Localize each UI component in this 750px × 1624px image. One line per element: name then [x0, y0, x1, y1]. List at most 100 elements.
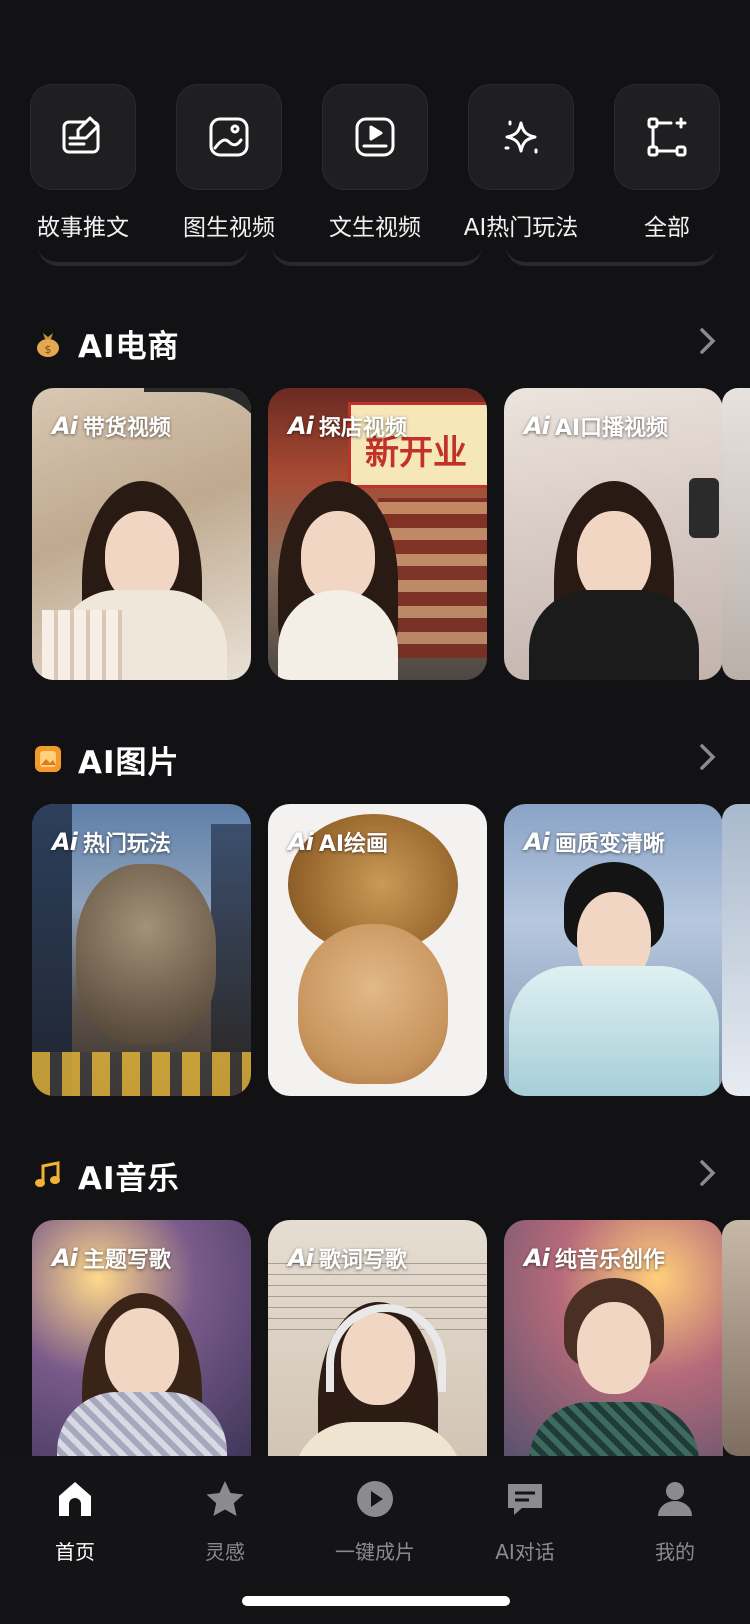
ai-logo-icon: Ai: [52, 412, 78, 440]
card-tag: Ai 热门玩法: [52, 826, 171, 858]
tab-label: 我的: [655, 1540, 695, 1564]
tool-text-to-video[interactable]: 文生视频: [305, 84, 445, 242]
music-note-icon: [35, 1161, 60, 1187]
card-enhance-quality[interactable]: Ai 画质变清晰: [504, 804, 723, 1096]
money-bag-icon: $: [37, 333, 59, 357]
tab-profile[interactable]: 我的: [600, 1476, 750, 1565]
person-face: [576, 510, 651, 603]
person-face: [104, 510, 179, 603]
lion-body: [298, 924, 448, 1084]
tab-label: 灵感: [205, 1540, 245, 1564]
section-header-ai-commerce[interactable]: $ AI电商: [32, 318, 718, 368]
tool-label: 故事推文: [37, 215, 129, 241]
text-to-video-icon: [322, 84, 428, 190]
tool-label: 全部: [644, 215, 690, 241]
person-face: [576, 1301, 651, 1394]
ai-logo-icon: Ai: [52, 828, 78, 856]
home-indicator: [242, 1596, 510, 1606]
card-row-ai-commerce: Ai 带货视频 新开业 Ai 探店视频 Ai AI口播视频: [32, 388, 750, 680]
product-bottles: [42, 610, 122, 680]
card-pure-music[interactable]: Ai 纯音乐创作: [504, 1220, 723, 1456]
card-label: 纯音乐创作: [554, 1248, 665, 1273]
tool-label: 图生视频: [183, 215, 275, 241]
tool-ai-hot[interactable]: AI热门玩法: [451, 84, 591, 242]
tab-home[interactable]: 首页: [0, 1476, 150, 1565]
section-header-ai-music[interactable]: AI音乐: [32, 1150, 718, 1200]
card-store-visit-video[interactable]: 新开业 Ai 探店视频: [268, 388, 487, 680]
quick-tools-row: 故事推文 图生视频 文生视频 AI热门玩法 全部: [0, 84, 750, 244]
tool-image-to-video[interactable]: 图生视频: [159, 84, 299, 242]
card-label: AI绘画: [318, 832, 389, 857]
card-tag: Ai 画质变清晰: [524, 826, 665, 858]
card-lyrics-song[interactable]: Ai 歌词写歌: [268, 1220, 487, 1456]
play-icon: [300, 1476, 450, 1522]
card-label: 探店视频: [318, 416, 407, 441]
card-tag: Ai 纯音乐创作: [524, 1242, 665, 1274]
card-row-ai-image: Ai 热门玩法 Ai AI绘画 Ai 画质变清晰: [32, 804, 750, 1096]
tab-inspiration[interactable]: 灵感: [150, 1476, 300, 1565]
tab-ai-chat[interactable]: AI对话: [450, 1476, 600, 1565]
card-hot-play[interactable]: Ai 热门玩法: [32, 804, 251, 1096]
tool-all[interactable]: 全部: [597, 84, 737, 242]
ai-logo-icon: Ai: [524, 412, 550, 440]
card-theme-song[interactable]: Ai 主题写歌: [32, 1220, 251, 1456]
card-tag: Ai 带货视频: [52, 410, 171, 442]
tool-label: AI热门玩法: [463, 215, 579, 241]
tab-label: 首页: [55, 1540, 95, 1564]
card-label: 画质变清晰: [554, 832, 665, 857]
card-label: AI口播视频: [554, 416, 669, 441]
person-body: [508, 966, 719, 1096]
story-card-icon: [30, 84, 136, 190]
chevron-right-icon[interactable]: [696, 326, 718, 356]
card-tag: Ai 主题写歌: [52, 1242, 171, 1274]
tab-label: 一键成片: [335, 1540, 415, 1564]
scroll-hint: [272, 246, 482, 266]
phone-stand: [689, 478, 719, 538]
star-icon: [150, 1476, 300, 1522]
section-header-ai-image[interactable]: AI图片: [32, 734, 718, 784]
tab-label: AI对话: [495, 1540, 555, 1564]
svg-text:$: $: [45, 343, 52, 356]
person-body: [56, 1392, 227, 1456]
card-ai-talk-video[interactable]: Ai AI口播视频: [504, 388, 723, 680]
card-ai-painting[interactable]: Ai AI绘画: [268, 804, 487, 1096]
card-label: 歌词写歌: [318, 1248, 407, 1273]
chevron-right-icon[interactable]: [696, 742, 718, 772]
person-face: [104, 1307, 179, 1400]
section-title: AI电商: [78, 328, 180, 365]
chat-icon: [450, 1476, 600, 1522]
ai-logo-icon: Ai: [524, 1244, 550, 1272]
street-traffic: [32, 1052, 251, 1096]
person-body: [528, 590, 699, 680]
section-title: AI图片: [78, 744, 180, 781]
next-card-peek: [722, 388, 750, 680]
tool-label: 文生视频: [329, 215, 421, 241]
card-tag: Ai 歌词写歌: [288, 1242, 407, 1274]
card-row-ai-music: Ai 主题写歌 Ai 歌词写歌 Ai 纯音乐创作: [32, 1220, 750, 1456]
ai-logo-icon: Ai: [288, 1244, 314, 1272]
picture-icon: [35, 746, 61, 772]
all-nodes-icon: [614, 84, 720, 190]
ai-logo-icon: Ai: [52, 1244, 78, 1272]
tool-story-push[interactable]: 故事推文: [13, 84, 153, 242]
ai-logo-icon: Ai: [524, 828, 550, 856]
card-label: 主题写歌: [82, 1248, 171, 1273]
card-label: 带货视频: [82, 416, 171, 441]
card-tag: Ai 探店视频: [288, 410, 407, 442]
giant-cat: [76, 864, 216, 1044]
tab-one-click-video[interactable]: 一键成片: [300, 1476, 450, 1565]
card-tag: Ai AI口播视频: [524, 410, 668, 442]
scroll-hint: [506, 246, 716, 266]
image-to-video-icon: [176, 84, 282, 190]
profile-icon: [600, 1476, 750, 1522]
section-title: AI音乐: [78, 1160, 180, 1197]
chevron-right-icon[interactable]: [696, 1158, 718, 1188]
person-body: [528, 1402, 699, 1456]
home-icon: [0, 1476, 150, 1522]
scroll-hint: [38, 246, 248, 266]
card-tag: Ai AI绘画: [288, 826, 388, 858]
person-face: [301, 510, 376, 603]
next-card-peek: [722, 804, 750, 1096]
card-product-video[interactable]: Ai 带货视频: [32, 388, 251, 680]
next-card-peek: [722, 1220, 750, 1456]
